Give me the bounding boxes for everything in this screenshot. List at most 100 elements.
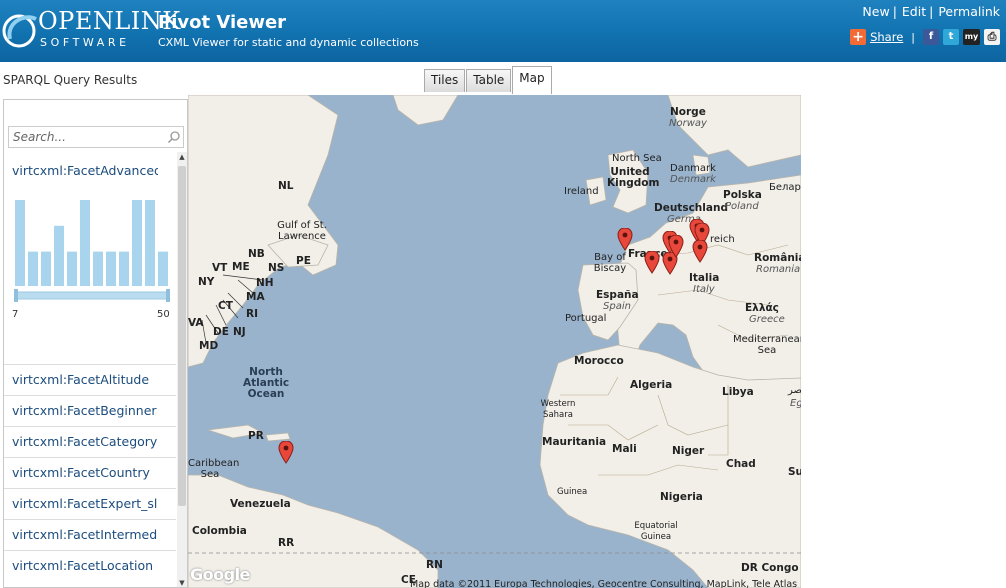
histogram-bar[interactable] — [41, 251, 51, 286]
results-label: SPARQL Query Results — [3, 73, 138, 87]
label-north-atlantic: North Atlantic Ocean — [243, 366, 290, 400]
histogram-bar[interactable] — [145, 200, 155, 286]
histogram-bar[interactable] — [54, 225, 64, 286]
label-north-sea: North Sea — [612, 153, 662, 164]
map-marker[interactable] — [668, 235, 684, 259]
new-link[interactable]: New — [862, 4, 889, 19]
histogram-bar[interactable] — [158, 251, 168, 286]
label-greece: Greece — [749, 314, 785, 325]
label-pr: PR — [248, 430, 264, 442]
scrollbar-thumb[interactable] — [178, 166, 186, 506]
label-equatorial-guinea: Equatorial Guinea — [634, 521, 678, 542]
map-marker[interactable] — [692, 240, 708, 264]
label-romania: România — [754, 252, 801, 264]
tab-table[interactable]: Table — [466, 69, 512, 92]
share-separator: | — [911, 30, 915, 44]
label-nl: NL — [278, 180, 294, 192]
scroll-down-icon[interactable]: ▼ — [177, 578, 187, 587]
histogram-bar[interactable] — [132, 200, 142, 286]
permalink-link[interactable]: Permalink — [938, 4, 1000, 19]
label-de: DE — [213, 326, 229, 338]
link-separator: | — [929, 4, 934, 19]
label-niger: Niger — [672, 445, 705, 457]
range-slider-right-handle[interactable] — [166, 289, 170, 302]
tab-tiles[interactable]: Tiles — [424, 69, 466, 92]
label-poland: Poland — [725, 201, 759, 212]
label-belarus: Беларуі — [769, 182, 801, 193]
print-icon[interactable]: ⎙ — [984, 29, 1000, 45]
label-romania-en: Romania — [756, 264, 801, 275]
label-morocco: Morocco — [574, 355, 624, 367]
label-eg: Eg — [790, 398, 801, 409]
openlink-logo-icon — [2, 14, 37, 48]
label-venezuela: Venezuela — [230, 498, 291, 510]
histogram-bar[interactable] — [67, 251, 77, 286]
histogram-bar[interactable] — [106, 251, 116, 286]
label-ellas: Ελλάς — [745, 302, 779, 314]
label-caribbean: Caribbean Sea — [188, 458, 240, 480]
label-mediterranean: Mediterranean Sea — [733, 334, 801, 356]
histogram-bar[interactable] — [80, 200, 90, 286]
label-sudan-partial: Su — [788, 466, 801, 478]
label-polska: Polska — [723, 189, 762, 201]
label-united-kingdom: United Kingdom — [607, 166, 660, 189]
google-logo[interactable]: Google — [190, 565, 250, 584]
openlink-logo[interactable]: OPENLINK SOFTWARE — [2, 5, 180, 53]
twitter-icon[interactable]: t — [943, 29, 959, 45]
facet-item-location[interactable]: virtcxml:FacetLocation — [4, 550, 176, 581]
myspace-icon[interactable]: my — [963, 29, 980, 45]
label-nb: NB — [248, 248, 265, 260]
tab-map[interactable]: Map — [512, 66, 552, 94]
facet-histogram[interactable] — [14, 200, 170, 296]
facet-item-country[interactable]: virtcxml:FacetCountry — [4, 457, 176, 488]
facet-item-expert[interactable]: virtcxml:FacetExpert_sl — [4, 488, 176, 519]
range-slider[interactable] — [14, 289, 170, 302]
search-icon[interactable] — [167, 130, 181, 144]
histogram-bar[interactable] — [15, 200, 25, 286]
range-slider-left-handle[interactable] — [14, 289, 18, 302]
label-libya: Libya — [722, 386, 754, 398]
facet-item-beginner[interactable]: virtcxml:FacetBeginner — [4, 395, 176, 426]
label-chad: Chad — [726, 458, 756, 470]
map-attribution: Map data ©2011 Europa Technologies, Geoc… — [410, 579, 798, 588]
label-italy: Italy — [693, 284, 715, 295]
label-denmark: Denmark — [670, 174, 716, 185]
scroll-up-icon[interactable]: ▲ — [177, 152, 187, 162]
label-colombia: Colombia — [192, 525, 247, 537]
page-subtitle: CXML Viewer for static and dynamic colle… — [158, 36, 419, 49]
range-max-label: 50 — [157, 309, 170, 320]
label-italia: Italia — [689, 272, 720, 284]
label-ma: MA — [246, 291, 265, 303]
facet-item-category[interactable]: virtcxml:FacetCategory — [4, 426, 176, 457]
map-marker[interactable] — [278, 441, 294, 465]
edit-link[interactable]: Edit — [902, 4, 926, 19]
label-ct: CT — [218, 300, 233, 312]
search-input[interactable] — [9, 127, 159, 147]
facet-item-altitude[interactable]: virtcxml:FacetAltitude — [4, 364, 176, 395]
share-link[interactable]: Share — [870, 30, 903, 44]
histogram-bar[interactable] — [119, 251, 129, 286]
plus-icon[interactable]: + — [850, 29, 867, 45]
facet-advanced-title[interactable]: virtcxml:FacetAdvanced — [12, 163, 158, 178]
facet-item-intermediate[interactable]: virtcxml:FacetIntermed — [4, 519, 176, 550]
label-mali: Mali — [612, 443, 637, 455]
histogram-bar[interactable] — [93, 251, 103, 286]
label-nj: NJ — [233, 326, 246, 338]
label-norge: Norge — [670, 106, 706, 118]
label-va: VA — [188, 317, 204, 329]
label-rn: RN — [426, 559, 443, 571]
label-spain: Spain — [603, 301, 631, 312]
facet-panel: virtcxml:FacetAdvanced 7 50 virtcxml:Fac… — [3, 99, 188, 588]
map-marker[interactable] — [644, 251, 660, 275]
facet-search — [8, 126, 184, 148]
label-algeria: Algeria — [630, 379, 673, 391]
facet-list: virtcxml:FacetAltitude virtcxml:FacetBeg… — [4, 364, 176, 581]
facet-scrollbar[interactable]: ▲ ▼ — [177, 152, 187, 587]
facebook-icon[interactable]: f — [923, 29, 939, 45]
map-view[interactable]: NL Gulf of St. Lawrence NB PE NS VT ME N… — [188, 95, 801, 588]
label-deutschland: Deutschland — [654, 202, 728, 214]
map-marker[interactable] — [617, 228, 633, 252]
histogram-bar[interactable] — [28, 251, 38, 286]
label-me: ME — [232, 261, 250, 273]
label-western-sahara: Western Sahara — [540, 399, 576, 420]
